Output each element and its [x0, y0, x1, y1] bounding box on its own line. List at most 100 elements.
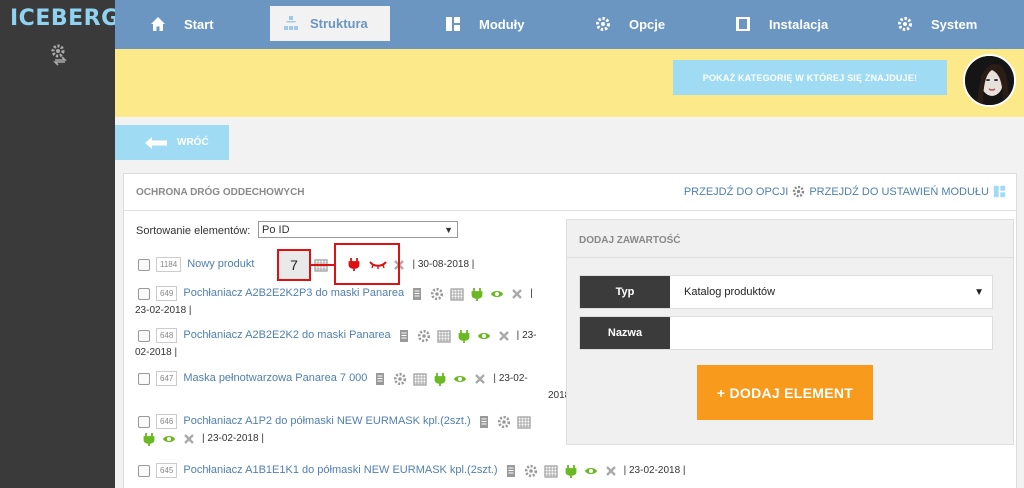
- gear-icon[interactable]: [393, 372, 407, 386]
- item-date: 23-02-2018: [629, 465, 681, 476]
- document-icon[interactable]: [410, 287, 424, 301]
- divider: [567, 257, 1013, 258]
- item-name-link[interactable]: Pochłaniacz A1B1E1K1 do półmaski NEW EUR…: [183, 462, 497, 479]
- row-checkbox[interactable]: [138, 287, 150, 300]
- modules-icon: [446, 17, 460, 31]
- list-item: 647 Maska pełnotwarzowa Panarea 7 000 | …: [138, 370, 576, 404]
- list-item: 648 Pochłaniacz A2B2E2K2 do maski Panare…: [135, 327, 537, 358]
- document-icon[interactable]: [504, 464, 518, 478]
- item-date: 23-02-2018: [207, 433, 259, 444]
- back-button[interactable]: WRÓĆ: [115, 125, 229, 160]
- divider: [124, 210, 1016, 211]
- item-date: 30-08-2018: [417, 259, 470, 270]
- annotation-connector: [311, 264, 335, 266]
- chevron-down-icon: ▼: [444, 224, 453, 235]
- document-icon[interactable]: [397, 329, 411, 343]
- goto-options-link[interactable]: PRZEJDŹ DO OPCJI: [684, 186, 789, 198]
- type-select[interactable]: Katalog produktów ▼: [670, 276, 992, 308]
- tab-moduly[interactable]: Moduły: [445, 8, 525, 41]
- document-icon[interactable]: [373, 372, 387, 386]
- annotation-number: 7: [277, 249, 311, 281]
- row-checkbox[interactable]: [138, 372, 150, 385]
- tab-label: Struktura: [310, 16, 368, 31]
- document-icon[interactable]: [477, 415, 491, 429]
- item-name-link[interactable]: Pochłaniacz A2B2E2K2 do maski Panarea: [183, 327, 390, 344]
- item-name-link[interactable]: Pochłaniacz A1P2 do półmaski NEW EURMASK…: [183, 413, 470, 430]
- calendar-icon[interactable]: [437, 329, 451, 343]
- settings-gear-icon[interactable]: [49, 42, 69, 66]
- eye-icon[interactable]: [584, 464, 598, 478]
- row-checkbox[interactable]: [138, 415, 150, 428]
- plug-icon[interactable]: [470, 287, 484, 301]
- tab-label: Opcje: [629, 17, 666, 32]
- eye-icon[interactable]: [162, 432, 176, 446]
- delete-icon[interactable]: [604, 464, 618, 478]
- sort-value: Po ID: [262, 223, 290, 236]
- row-checkbox[interactable]: [138, 258, 150, 271]
- yellow-banner: POKAŻ KATEGORIĘ W KTÓREJ SIĘ ZNAJDUJE!: [115, 49, 1024, 117]
- annotation-highlight-box: [334, 243, 400, 285]
- tab-instalacja[interactable]: Instalacja: [735, 8, 828, 41]
- item-name-link[interactable]: Nowy produkt: [187, 256, 254, 273]
- item-date: 23-02-2018: [135, 305, 187, 316]
- item-id: 646: [156, 414, 178, 429]
- tab-struktura[interactable]: Struktura: [270, 6, 390, 41]
- list-item: 646 Pochłaniacz A1P2 do półmaski NEW EUR…: [138, 413, 531, 447]
- row-checkbox[interactable]: [138, 329, 150, 342]
- gear-icon[interactable]: [430, 287, 444, 301]
- item-id: 1184: [156, 257, 182, 272]
- film-icon: [736, 17, 750, 31]
- plug-icon[interactable]: [142, 432, 156, 446]
- sidebar: ICEBERG: [0, 0, 119, 488]
- gear-icon: [596, 17, 610, 31]
- gear-icon[interactable]: [497, 415, 511, 429]
- tab-start[interactable]: Start: [150, 8, 214, 41]
- sort-select[interactable]: Po ID ▼: [258, 221, 458, 238]
- name-field: Nazwa: [579, 316, 993, 350]
- delete-icon[interactable]: [473, 372, 487, 386]
- gear-icon: [898, 17, 912, 31]
- item-name-link[interactable]: Pochłaniacz A2B2E2K2P3 do maski Panarea: [183, 285, 404, 302]
- item-date-part: 02-2018: [135, 347, 172, 358]
- tab-system[interactable]: System: [897, 8, 977, 41]
- type-value: Katalog produktów: [684, 286, 776, 298]
- item-name-link[interactable]: Maska pełnotwarzowa Panarea 7 000: [183, 370, 367, 387]
- delete-icon[interactable]: [497, 329, 511, 343]
- name-input[interactable]: [670, 317, 992, 349]
- page-title: OCHRONA DRÓG ODDECHOWYCH: [136, 187, 305, 198]
- eye-icon[interactable]: [490, 287, 504, 301]
- calendar-icon[interactable]: [413, 372, 428, 386]
- avatar[interactable]: [963, 54, 1016, 107]
- add-content-panel: DODAJ ZAWARTOŚĆ Typ Katalog produktów ▼ …: [566, 219, 1014, 445]
- tab-label: Instalacja: [769, 17, 829, 32]
- tab-label: System: [931, 17, 978, 32]
- delete-icon[interactable]: [510, 287, 524, 301]
- item-date-part: 23-: [522, 330, 537, 341]
- gear-icon[interactable]: [524, 464, 538, 478]
- app-logo: ICEBERG: [10, 6, 120, 31]
- gear-icon[interactable]: [417, 329, 431, 343]
- tab-opcje[interactable]: Opcje: [595, 8, 665, 41]
- item-id: 645: [156, 463, 178, 478]
- add-content-title: DODAJ ZAWARTOŚĆ: [579, 235, 681, 246]
- eye-icon[interactable]: [477, 329, 491, 343]
- goto-module-settings-link[interactable]: PRZEJDŹ DO USTAWIEŃ MODUŁU: [809, 186, 989, 198]
- show-category-button[interactable]: POKAŻ KATEGORIĘ W KTÓREJ SIĘ ZNAJDUJE!: [673, 60, 947, 95]
- plug-icon[interactable]: [564, 464, 578, 478]
- plug-icon[interactable]: [457, 329, 471, 343]
- add-element-button[interactable]: + DODAJ ELEMENT: [697, 365, 873, 420]
- plug-red-icon[interactable]: [347, 257, 361, 271]
- closed-eye-icon[interactable]: [369, 258, 387, 270]
- delete-icon[interactable]: [182, 432, 196, 446]
- eye-icon[interactable]: [453, 372, 467, 386]
- list-item: 645 Pochłaniacz A1B1E1K1 do półmaski NEW…: [138, 462, 686, 479]
- calendar-icon[interactable]: [450, 287, 464, 301]
- plug-icon[interactable]: [433, 372, 447, 386]
- calendar-icon[interactable]: [544, 464, 558, 478]
- calendar-icon[interactable]: [517, 415, 531, 429]
- item-id: 649: [156, 286, 178, 301]
- row-checkbox[interactable]: [138, 464, 150, 477]
- item-id: 647: [156, 371, 178, 386]
- tab-label: Moduły: [479, 17, 525, 32]
- sort-label: Sortowanie elementów:: [136, 225, 251, 237]
